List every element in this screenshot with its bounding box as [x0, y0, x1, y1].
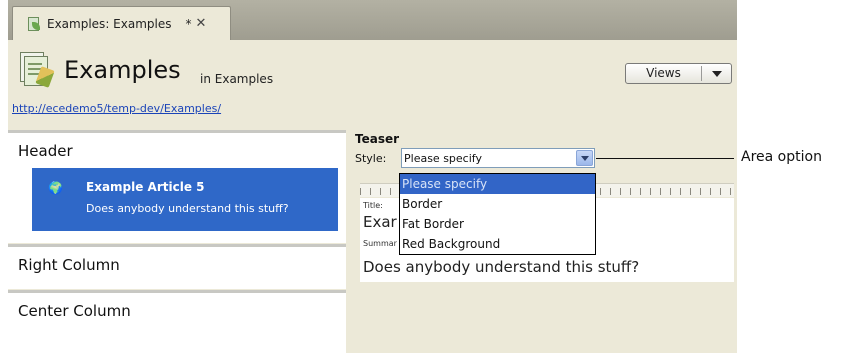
- tab-bar: Examples: Examples * ✕: [8, 0, 737, 40]
- style-label: Style:: [355, 152, 387, 165]
- callout-line: [596, 158, 734, 159]
- area-center-column-title: Center Column: [18, 302, 131, 320]
- editor-window: Examples: Examples * ✕ Examples in Examp…: [8, 0, 737, 353]
- section-page-icon: [20, 52, 55, 88]
- page-subtitle: in Examples: [200, 72, 274, 86]
- article-summary: Does anybody understand this stuff?: [86, 202, 289, 215]
- article-item[interactable]: 🌍 Example Article 5 Does anybody underst…: [32, 168, 338, 231]
- article-title: Example Article 5: [86, 180, 205, 194]
- style-select-value: Please specify: [404, 152, 482, 165]
- area-right-column[interactable]: Right Column: [8, 244, 346, 289]
- views-button[interactable]: Views: [625, 63, 732, 84]
- preview-title-label: Title:: [363, 201, 383, 210]
- preview-title: Exar: [363, 213, 397, 231]
- dropdown-arrow-icon[interactable]: [576, 150, 593, 166]
- tab-label: Examples: Examples: [47, 16, 172, 31]
- style-option[interactable]: Fat Border: [400, 214, 595, 234]
- page-title: Examples: [64, 56, 181, 84]
- globe-icon: 🌍: [48, 181, 63, 195]
- style-option[interactable]: Please specify: [400, 174, 595, 194]
- style-options-list[interactable]: Please specify Border Fat Border Red Bac…: [399, 173, 596, 255]
- area-right-column-title: Right Column: [18, 256, 120, 274]
- modified-indicator: *: [185, 16, 192, 31]
- area-header-title: Header: [18, 142, 73, 160]
- preview-summary-label: Summar: [363, 239, 397, 248]
- preview-summary: Does anybody understand this stuff?: [363, 258, 640, 276]
- page-url-link[interactable]: http://ecedemo5/temp-dev/Examples/: [12, 102, 221, 115]
- close-icon[interactable]: ✕: [195, 16, 206, 31]
- chevron-down-icon[interactable]: [702, 70, 731, 77]
- page-icon: [27, 16, 41, 31]
- callout-label: Area option: [741, 149, 822, 165]
- area-center-column[interactable]: Center Column: [8, 290, 346, 353]
- views-label: Views: [626, 66, 702, 81]
- style-select[interactable]: Please specify: [401, 148, 595, 168]
- style-option[interactable]: Red Background: [400, 234, 595, 254]
- style-option[interactable]: Border: [400, 194, 595, 214]
- teaser-label: Teaser: [355, 132, 400, 146]
- tab-examples[interactable]: Examples: Examples * ✕: [12, 6, 231, 40]
